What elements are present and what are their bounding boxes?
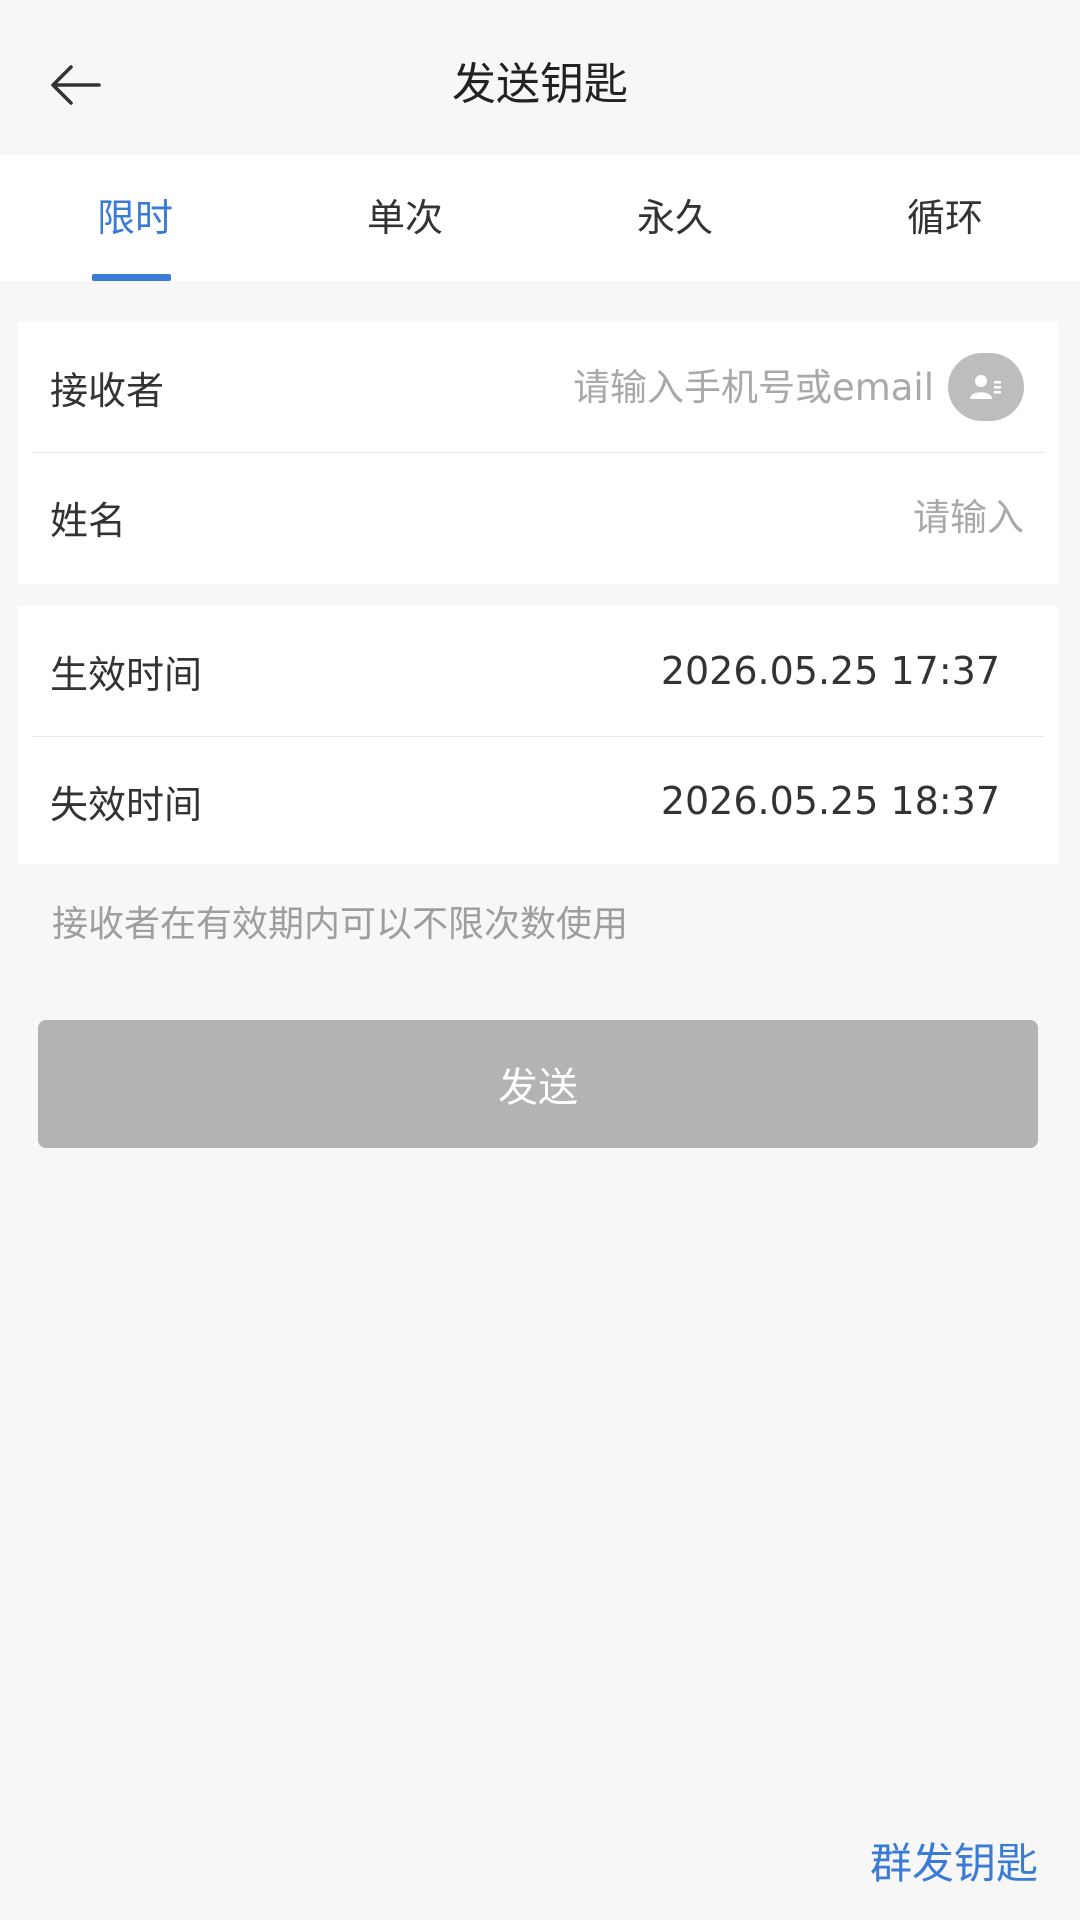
recipient-card: 接收者 姓名	[18, 322, 1058, 584]
end-time-value[interactable]: 2026.05.25 18:37	[202, 779, 1024, 823]
end-time-label: 失效时间	[50, 782, 203, 827]
start-time-value[interactable]: 2026.05.25 17:37	[202, 649, 1024, 693]
name-label: 姓名	[50, 498, 127, 543]
start-time-label: 生效时间	[50, 652, 203, 697]
group-send-link[interactable]: 群发钥匙	[870, 1830, 1038, 1891]
recipient-input[interactable]	[184, 365, 934, 409]
name-input[interactable]	[146, 495, 1024, 539]
tab-bar: 限时 单次 永久 循环	[0, 155, 1080, 281]
tab-time-limited[interactable]: 限时	[0, 155, 270, 281]
header: 发送钥匙	[0, 0, 1080, 155]
validity-card: 生效时间 2026.05.25 17:37 失效时间 2026.05.25 18…	[18, 606, 1058, 864]
contact-card-icon	[970, 375, 1001, 399]
send-button[interactable]: 发送	[38, 1020, 1038, 1148]
active-tab-indicator	[92, 274, 171, 281]
arrow-left-icon	[51, 65, 101, 105]
tab-recurring[interactable]: 循环	[810, 155, 1080, 281]
start-time-row[interactable]: 生效时间 2026.05.25 17:37	[18, 606, 1058, 736]
contact-picker-button[interactable]	[948, 353, 1024, 421]
recipient-label: 接收者	[50, 368, 165, 413]
tab-permanent[interactable]: 永久	[540, 155, 810, 281]
name-row: 姓名	[18, 452, 1058, 582]
page-title: 发送钥匙	[452, 59, 628, 110]
tab-single-use[interactable]: 单次	[270, 155, 540, 281]
back-button[interactable]	[40, 55, 110, 115]
end-time-row[interactable]: 失效时间 2026.05.25 18:37	[18, 736, 1058, 866]
send-key-page: 发送钥匙 限时 单次 永久 循环 接收者 姓名	[0, 0, 1080, 1920]
recipient-row: 接收者	[18, 322, 1058, 452]
usage-hint: 接收者在有效期内可以不限次数使用	[52, 904, 629, 945]
